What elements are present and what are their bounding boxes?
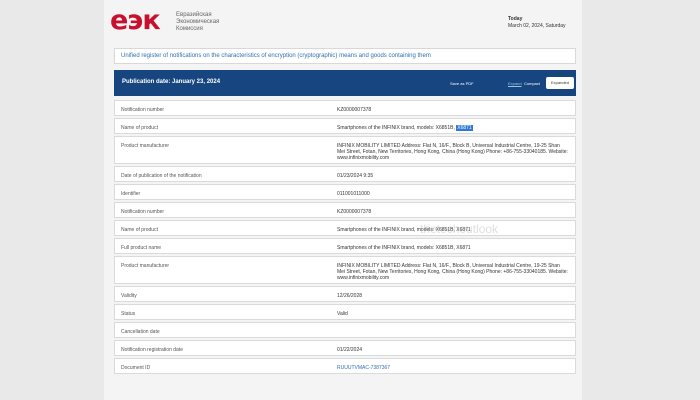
publication-toolbar: Publication date: January 23, 2024 Save …	[114, 70, 576, 96]
row-label: Validity	[121, 293, 137, 299]
org-line-1: Евразийская	[176, 12, 212, 18]
row-value: KZ0000007378	[337, 209, 372, 215]
header: еэк Евразийская Экономическая Комиссия T…	[104, 0, 582, 44]
page: еэк Евразийская Экономическая Комиссия T…	[104, 0, 582, 400]
table-row: Notification number KZ0000007378	[114, 100, 576, 116]
table-row: Full product name Smartphones of the INFI…	[114, 238, 576, 254]
today-label: Today	[508, 16, 523, 22]
table-row: Status Valid	[114, 304, 576, 320]
row-label: Product manufacturer	[121, 263, 170, 269]
today-date: March 02, 2024, Saturday	[508, 23, 566, 29]
row-value: 011001011000	[337, 191, 370, 197]
row-value: Smartphones of the INFINIX brand, models…	[337, 125, 569, 131]
row-label: Notification registration date	[121, 347, 183, 353]
row-value: KZ0000007378	[337, 107, 372, 113]
row-label: Notification number	[121, 107, 165, 113]
save-pdf-button[interactable]: Save as PDF	[450, 81, 474, 86]
table-row: Validity 12/26/2028	[114, 286, 576, 302]
eec-logo[interactable]: еэк	[110, 6, 161, 36]
row-label: Status	[121, 311, 136, 317]
publication-date: Publication date: January 23, 2024	[122, 79, 221, 85]
row-label: Document ID	[121, 365, 151, 371]
row-label: Notification number	[121, 209, 165, 215]
expand-link[interactable]: Expand	[508, 81, 522, 86]
row-label: Identifier	[121, 191, 141, 197]
row-value: 01/23/2024 9:35	[337, 173, 374, 179]
table-row: Notification number KZ0000007378	[114, 202, 576, 218]
row-value: Smartphones of the INFINIX brand, models…	[337, 245, 471, 251]
row-value: 12/26/2028	[337, 293, 363, 299]
row-value: INFINIX MOBILITY LIMITED Address: Flat N…	[337, 263, 568, 281]
row-value: 01/22/2024	[337, 347, 363, 353]
table-row: Product manufacturer INFINIX MOBILITY LIM…	[114, 136, 576, 164]
register-title-box: Unified register of notifications on the…	[114, 48, 576, 64]
document-id-link[interactable]: RUUUTVMAC-7387367	[337, 365, 569, 371]
row-value: Smartphones of the INFINIX brand, models…	[337, 227, 471, 233]
table-row: Date of publication of the notification 0…	[114, 166, 576, 182]
row-label: Full product name	[121, 245, 162, 251]
row-value-text: Smartphones of the INFINIX brand, models…	[337, 125, 457, 131]
table-row: Product manufacturer INFINIX MOBILITY LIM…	[114, 256, 576, 284]
table-row: Cancellation date	[114, 322, 576, 338]
register-title[interactable]: Unified register of notifications on the…	[121, 53, 431, 59]
table-row: Name of product Smartphones of the INFINI…	[114, 118, 576, 134]
table-row: Notification registration date 01/22/2024	[114, 340, 576, 356]
row-label: Name of product	[121, 227, 158, 233]
row-label: Product manufacturer	[121, 143, 170, 149]
compact-view-button[interactable]: Compact	[524, 81, 540, 86]
row-value: INFINIX MOBILITY LIMITED Address: Flat N…	[337, 143, 568, 161]
table-row: Identifier 011001011000	[114, 184, 576, 200]
today-block: Today March 02, 2024, Saturday	[508, 16, 566, 30]
highlighted-model: X6871	[456, 125, 473, 131]
expanded-view-button[interactable]: Expanded	[546, 77, 574, 89]
org-line-2: Экономическая	[176, 19, 220, 25]
row-label: Name of product	[121, 125, 158, 131]
table-row: Name of product Smartphones of the INFINI…	[114, 220, 576, 236]
table-row: Document ID RUUUTVMAC-7387367	[114, 358, 576, 374]
org-name: Евразийская Экономическая Комиссия	[176, 12, 219, 33]
notification-table: Notification number KZ0000007378 Name of p…	[114, 100, 576, 376]
org-line-3: Комиссия	[176, 26, 203, 32]
row-value: Valid	[337, 311, 348, 317]
row-label: Cancellation date	[121, 329, 160, 335]
row-label: Date of publication of the notification	[121, 173, 202, 179]
